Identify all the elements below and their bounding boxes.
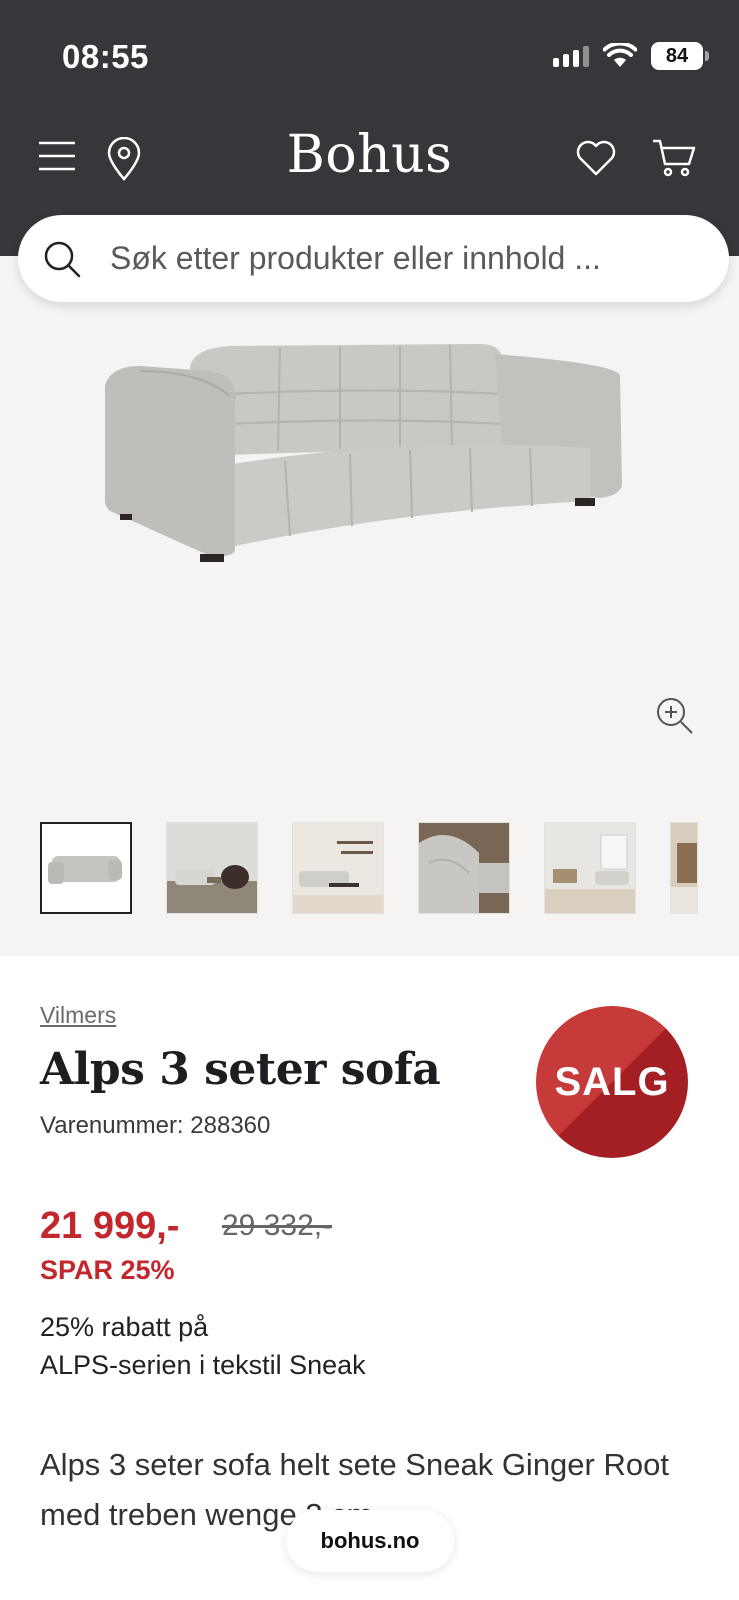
- thumbnail[interactable]: [40, 822, 132, 914]
- zoom-in-icon: [657, 698, 693, 734]
- thumbnail-strip: [40, 822, 698, 914]
- savings-label: SPAR 25%: [40, 1255, 175, 1285]
- status-indicators: 84: [553, 42, 709, 70]
- cart-icon: [653, 139, 696, 177]
- wifi-icon: [603, 43, 637, 67]
- browser-url-pill[interactable]: bohus.no: [286, 1510, 454, 1572]
- brand-logo[interactable]: Bohus: [0, 125, 739, 185]
- cart-button[interactable]: [650, 136, 698, 180]
- sale-badge-label: SALG: [554, 1059, 670, 1104]
- battery-icon: 84: [651, 42, 709, 70]
- product-brand-link[interactable]: Vilmers: [40, 1002, 116, 1029]
- product-sku: Varenummer: 288360: [40, 1112, 271, 1139]
- product-title: Alps 3 seter sofa: [40, 1044, 441, 1095]
- current-price: 21 999,-: [40, 1205, 180, 1247]
- promo-text: 25% rabatt på ALPS-serien i tekstil Snea…: [40, 1308, 366, 1384]
- original-price: 29 332,-: [222, 1209, 333, 1242]
- browser-url: bohus.no: [320, 1528, 420, 1553]
- heart-icon: [576, 140, 616, 176]
- promo-line-2: ALPS-serien i tekstil Sneak: [40, 1350, 366, 1380]
- zoom-button[interactable]: [655, 696, 695, 736]
- product-main-image[interactable]: [100, 336, 640, 566]
- search-bar: [18, 215, 729, 302]
- search-input[interactable]: [110, 240, 690, 277]
- thumbnail[interactable]: [544, 822, 636, 914]
- promo-line-1: 25% rabatt på: [40, 1312, 209, 1342]
- search-icon[interactable]: [42, 239, 82, 279]
- wishlist-button[interactable]: [574, 138, 618, 178]
- sale-badge: SALG: [536, 1006, 688, 1158]
- thumbnail[interactable]: [418, 822, 510, 914]
- status-time: 08:55: [62, 38, 149, 75]
- cellular-signal-icon: [553, 45, 589, 67]
- thumbnail[interactable]: [670, 822, 698, 914]
- product-gallery: [0, 256, 739, 956]
- thumbnail[interactable]: [166, 822, 258, 914]
- thumbnail[interactable]: [292, 822, 384, 914]
